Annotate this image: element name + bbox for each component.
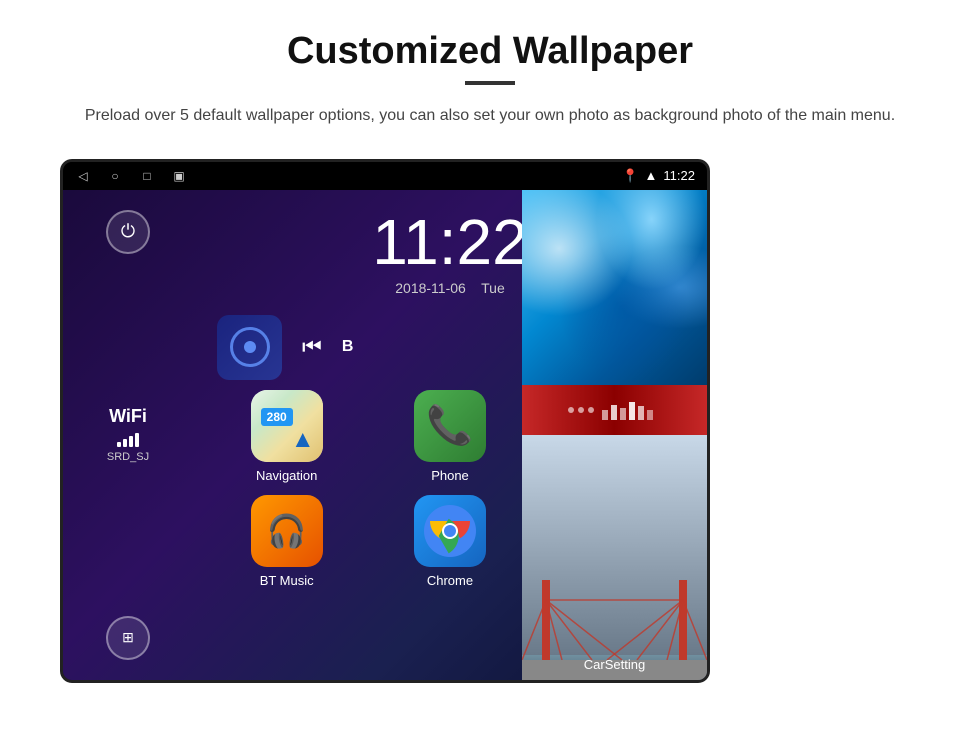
wifi-bar-4 (135, 433, 139, 447)
page-description: Preload over 5 default wallpaper options… (80, 103, 900, 129)
wifi-ssid: SRD_SJ (107, 451, 149, 463)
back-nav-icon[interactable]: ◁ (75, 168, 91, 184)
maps-bg: 280 ▲ (251, 390, 323, 462)
apps-grid-icon: ⊞ (122, 629, 134, 646)
ice-overlay (522, 190, 707, 385)
media-player-bar[interactable] (522, 385, 707, 435)
wifi-bar-2 (123, 439, 127, 447)
bt-music-label: BT Music (260, 573, 314, 588)
notification-widget[interactable] (217, 315, 282, 380)
home-nav-icon[interactable]: ○ (107, 168, 123, 184)
media-title: B (342, 338, 354, 356)
carsetting-label: CarSetting (584, 657, 645, 672)
player-controls (568, 407, 594, 413)
status-bar-left: ◁ ○ □ ▣ (75, 168, 187, 184)
main-screen: ⏻ WiFi SRD_SJ ⊞ (63, 190, 707, 680)
status-bar-right: 📍 ▲ 11:22 (622, 168, 695, 184)
page-wrapper: Customized Wallpaper Preload over 5 defa… (0, 0, 980, 713)
device-mockup: ◁ ○ □ ▣ 📍 ▲ 11:22 ⏻ (60, 159, 710, 683)
maps-shield: 280 (261, 408, 293, 426)
media-prev-icon[interactable]: ⏮ (302, 334, 322, 360)
wallpaper-bridge[interactable]: CarSetting (522, 435, 707, 680)
right-panel: CarSetting (522, 190, 707, 680)
recent-nav-icon[interactable]: □ (139, 168, 155, 184)
page-title: Customized Wallpaper (60, 30, 920, 73)
status-bar: ◁ ○ □ ▣ 📍 ▲ 11:22 (63, 162, 707, 190)
wallpaper-ice[interactable] (522, 190, 707, 385)
player-dot-3 (588, 407, 594, 413)
app-bt-music[interactable]: 🎧 BT Music (213, 495, 360, 588)
app-phone[interactable]: 📞 Phone (376, 390, 523, 483)
app-navigation[interactable]: 280 ▲ Navigation (213, 390, 360, 483)
bridge-cables-svg (522, 590, 707, 660)
player-dot-1 (568, 407, 574, 413)
carsetting-area: CarSetting (522, 656, 707, 674)
wifi-bar-1 (117, 442, 121, 447)
navigation-icon: 280 ▲ (251, 390, 323, 462)
location-icon: 📍 (622, 168, 638, 184)
notification-dot (244, 341, 256, 353)
chrome-label: Chrome (427, 573, 473, 588)
bluetooth-glyph: 🎧 (267, 512, 307, 550)
phone-icon: 📞 (414, 390, 486, 462)
power-button[interactable]: ⏻ (106, 210, 150, 254)
app-chrome[interactable]: Chrome (376, 495, 523, 588)
equalizer-icon (602, 400, 662, 420)
navigation-label: Navigation (256, 468, 317, 483)
wifi-bar-3 (129, 436, 133, 447)
wifi-bars (107, 431, 149, 447)
content-area: ◁ ○ □ ▣ 📍 ▲ 11:22 ⏻ (60, 159, 920, 683)
power-icon: ⏻ (121, 221, 135, 242)
chrome-svg (424, 505, 476, 557)
chrome-icon (414, 495, 486, 567)
sidebar: ⏻ WiFi SRD_SJ ⊞ (63, 190, 193, 680)
phone-glyph: 📞 (426, 404, 473, 448)
maps-arrow: ▲ (291, 426, 315, 454)
screenshot-nav-icon[interactable]: ▣ (171, 168, 187, 184)
apps-button[interactable]: ⊞ (106, 616, 150, 660)
bt-music-icon: 🎧 (251, 495, 323, 567)
notification-circle (230, 327, 270, 367)
wifi-label: WiFi (107, 406, 149, 427)
wifi-status-icon: ▲ (645, 168, 658, 183)
wifi-widget: WiFi SRD_SJ (107, 406, 149, 463)
phone-label: Phone (431, 468, 469, 483)
player-dot-2 (578, 407, 584, 413)
title-divider (465, 81, 515, 85)
status-time: 11:22 (663, 168, 695, 183)
